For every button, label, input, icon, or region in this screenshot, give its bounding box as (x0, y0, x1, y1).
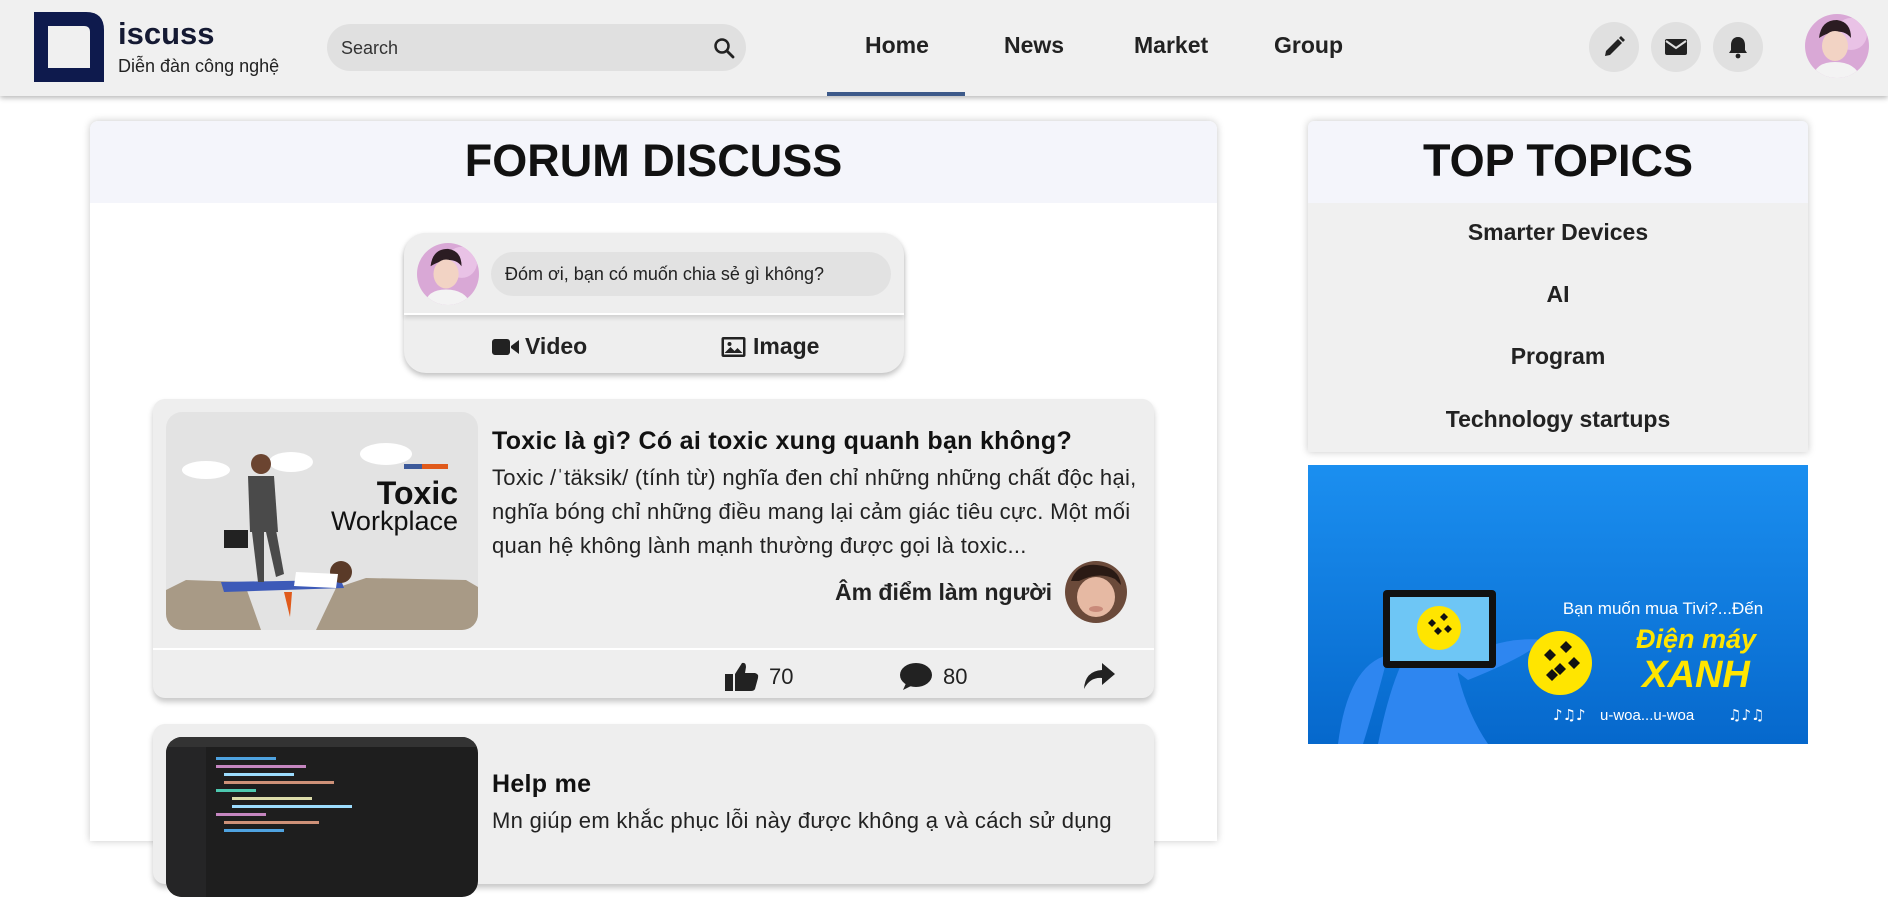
like-button[interactable]: 70 (725, 657, 793, 697)
comment-button[interactable]: 80 (899, 657, 967, 697)
thumbnail-text-workplace: Workplace (331, 506, 458, 536)
post-title[interactable]: Toxic là gì? Có ai toxic xung quanh bạn … (492, 427, 1072, 456)
post-excerpt: Toxic /ˈtäksik/ (tính từ) nghĩa đen chỉ … (492, 465, 1137, 558)
author-avatar[interactable] (1065, 561, 1127, 623)
comment-count: 80 (943, 664, 968, 689)
topic-item[interactable]: Technology startups (1308, 406, 1808, 433)
composer-top (404, 233, 904, 315)
active-nav-indicator (827, 92, 965, 96)
post-thumbnail[interactable]: Toxic Workplace (166, 412, 478, 630)
logo-icon[interactable] (30, 8, 108, 86)
nav-market[interactable]: Market (1134, 32, 1208, 59)
top-topics-panel: TOP TOPICS Smarter Devices AI Program Te… (1308, 121, 1808, 452)
share-icon[interactable] (1082, 661, 1116, 691)
bell-icon (1729, 37, 1747, 59)
post-composer: Video Image (404, 233, 904, 373)
post-excerpt: Mn giúp em khắc phục lỗi này được không … (492, 808, 1112, 833)
topic-item[interactable]: Smarter Devices (1308, 219, 1808, 246)
image-label: Image (753, 333, 820, 359)
like-count: 70 (769, 664, 794, 689)
video-camera-icon (492, 338, 519, 355)
thumbs-up-icon (725, 662, 759, 691)
ad-brand-line-1: Điện máy (1636, 624, 1758, 654)
top-navbar: iscuss Diễn đàn công nghệ Home News Mark… (0, 0, 1888, 96)
nav-news[interactable]: News (1004, 32, 1064, 59)
search-input[interactable] (339, 24, 683, 73)
ad-jingle: u-woa...u-woa (1600, 707, 1695, 724)
forum-title: FORUM DISCUSS (464, 135, 843, 186)
ad-banner[interactable]: Bạn muốn mua Tivi?...Đến Điện máy XANH ♪… (1308, 465, 1808, 744)
ad-tagline: Bạn muốn mua Tivi?...Đến (1563, 599, 1763, 618)
post-divider (153, 648, 1154, 650)
user-avatar[interactable] (1805, 14, 1869, 78)
pencil-icon (1605, 36, 1625, 56)
topic-item[interactable]: Program (1308, 343, 1808, 370)
logo-title[interactable]: iscuss (118, 16, 215, 52)
composer-input[interactable] (491, 252, 891, 296)
envelope-icon (1665, 39, 1687, 55)
post-thumbnail[interactable] (166, 737, 478, 897)
ad-brand-line-2: XANH (1640, 654, 1751, 696)
notifications-button[interactable] (1713, 22, 1763, 72)
comment-icon (900, 663, 932, 690)
search-box (327, 24, 746, 73)
add-image-button[interactable]: Image (720, 333, 819, 360)
top-topics-header: TOP TOPICS (1308, 121, 1808, 203)
topic-item[interactable]: AI (1308, 281, 1808, 308)
post-card[interactable]: Help me Mn giúp em khắc phục lỗi này đượ… (153, 724, 1154, 897)
add-video-button[interactable]: Video (492, 333, 587, 360)
forum-header: FORUM DISCUSS (90, 121, 1217, 203)
messages-button[interactable] (1651, 22, 1701, 72)
svg-text:♫♪♫: ♫♪♫ (1728, 706, 1764, 724)
video-label: Video (525, 333, 588, 359)
image-icon (721, 336, 746, 357)
composer-avatar (417, 243, 479, 305)
post-card[interactable]: Toxic Workplace Toxic là gì? Có ai toxic… (153, 399, 1154, 698)
nav-home[interactable]: Home (865, 32, 929, 59)
write-post-button[interactable] (1589, 22, 1639, 72)
post-author[interactable]: Âm điểm làm người (835, 579, 1052, 606)
top-topics-title: TOP TOPICS (1422, 135, 1694, 186)
logo-subtitle: Diễn đàn công nghệ (118, 56, 280, 76)
search-icon[interactable] (712, 36, 736, 60)
svg-text:♪♫♪: ♪♫♪ (1553, 706, 1586, 724)
nav-group[interactable]: Group (1274, 32, 1343, 59)
post-title[interactable]: Help me (492, 770, 591, 799)
